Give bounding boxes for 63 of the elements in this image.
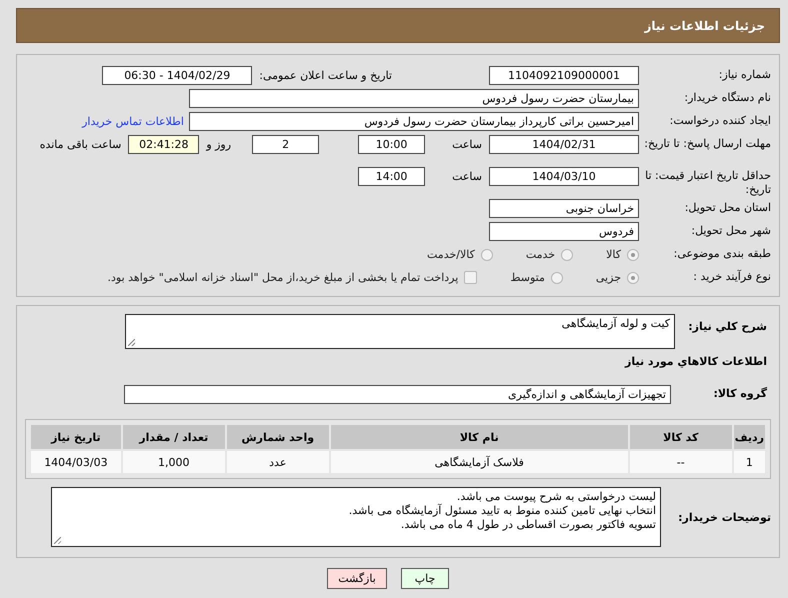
field-label: روز و (206, 138, 232, 151)
field-label: طبقه بندی موضوعی: (672, 246, 772, 261)
checkbox[interactable] (464, 271, 478, 284)
field-label: تاریخ و ساعت اعلان عمومی: (259, 69, 392, 82)
table-cell: فلاسک آزمایشگاهی (330, 451, 628, 473)
option-label: کالا (606, 248, 621, 261)
back-button[interactable]: بازگشت (327, 568, 387, 589)
description-field[interactable]: کیت و لوله آزمایشگاهی (125, 314, 675, 349)
field-label: شرح كلي نياز: (687, 319, 768, 333)
option-label: متوسط (510, 271, 545, 284)
print-button[interactable]: چاپ (401, 568, 449, 589)
input-field[interactable]: تجهیزات آزمایشگاهی و اندازه‌گیری (124, 385, 671, 404)
field-label: شماره نیاز: (718, 67, 772, 82)
field-label: گروه کالا: (712, 386, 768, 400)
input-field[interactable]: خراسان جنوبی (489, 199, 639, 218)
radio-button[interactable] (480, 248, 493, 260)
option-label: کالا/خدمت (427, 248, 475, 261)
radio-button[interactable] (550, 272, 563, 284)
notes-field[interactable]: لیست درخواستی به شرح پیوست می باشد. انتخاب نهایی تامین کننده منوط به تایید مسئول آزمایشگاه می باشد. تسویه فاکتور بصورت اقساطی در طول 4 ماه می باشد. (51, 487, 661, 547)
table-cell: 1,000 (122, 451, 225, 473)
field-label: حداقل تاریخ اعتبار قیمت: تا تاریخ: (644, 168, 772, 197)
field-label: شهر محل تحویل: (690, 223, 772, 238)
input-field[interactable]: فردوس (489, 222, 639, 241)
table-cell: 1 (734, 451, 765, 473)
input-field[interactable]: بیمارستان حضرت رسول فردوس (189, 89, 639, 108)
column-header: واحد شمارش (226, 425, 329, 449)
input-field[interactable]: 1404/03/10 (489, 167, 639, 186)
input-field[interactable]: 10:00 (358, 135, 426, 154)
field-label: توضیحات خریدار: (677, 510, 771, 524)
table-cell: -- (630, 451, 732, 473)
column-header: تعداد / مقدار (122, 425, 225, 449)
resize-grip-icon (54, 537, 61, 544)
contact-link[interactable]: اطلاعات تماس خریدار (82, 115, 184, 128)
column-header: ردیف (734, 425, 765, 449)
countdown-field: 02:41:28 (128, 135, 200, 154)
input-field[interactable]: امیرحسین براتی کارپرداز بیمارستان حضرت رسول فردوس (189, 112, 639, 131)
field-label: استان محل تحویل: (684, 200, 772, 215)
field-label: نام دستگاه خریدار: (683, 90, 772, 105)
field-label: ایجاد کننده درخواست: (668, 113, 772, 128)
input-field[interactable]: 1404/02/31 (489, 135, 639, 154)
option-label: خدمت (526, 248, 556, 261)
radio-button[interactable] (627, 248, 639, 260)
radio-button[interactable] (561, 248, 574, 260)
radio-button[interactable] (627, 272, 639, 284)
table-cell: 1404/03/03 (31, 451, 121, 473)
input-field[interactable]: 14:00 (358, 167, 426, 186)
input-field[interactable]: 1104092109000001 (489, 66, 639, 85)
input-field[interactable]: 2 (252, 135, 320, 154)
option-label: جزیی (596, 271, 621, 284)
column-header: نام کالا (330, 425, 628, 449)
field-label: ساعت (452, 138, 482, 151)
option-label: پرداخت تمام یا بخشی از مبلغ خرید،از محل "اسناد خزانه اسلامی" خواهد بود. (108, 271, 458, 284)
field-label: مهلت ارسال پاسخ: تا تاریخ: (643, 136, 772, 151)
table-cell: عدد (226, 451, 329, 473)
resize-grip-icon (128, 339, 135, 346)
field-label: ساعت باقی مانده (40, 138, 122, 151)
page-title: جزئیات اطلاعات نیاز (644, 18, 765, 32)
column-header: تاریخ نیاز (31, 425, 121, 449)
field-label: ساعت (452, 170, 482, 183)
field-label: نوع فرآیند خرید : (692, 268, 772, 284)
section-title: اطلاعات كالاهاي مورد نياز (624, 355, 767, 368)
column-header: کد کالا (630, 425, 732, 449)
input-field[interactable]: 1404/02/29 - 06:30 (102, 66, 252, 85)
